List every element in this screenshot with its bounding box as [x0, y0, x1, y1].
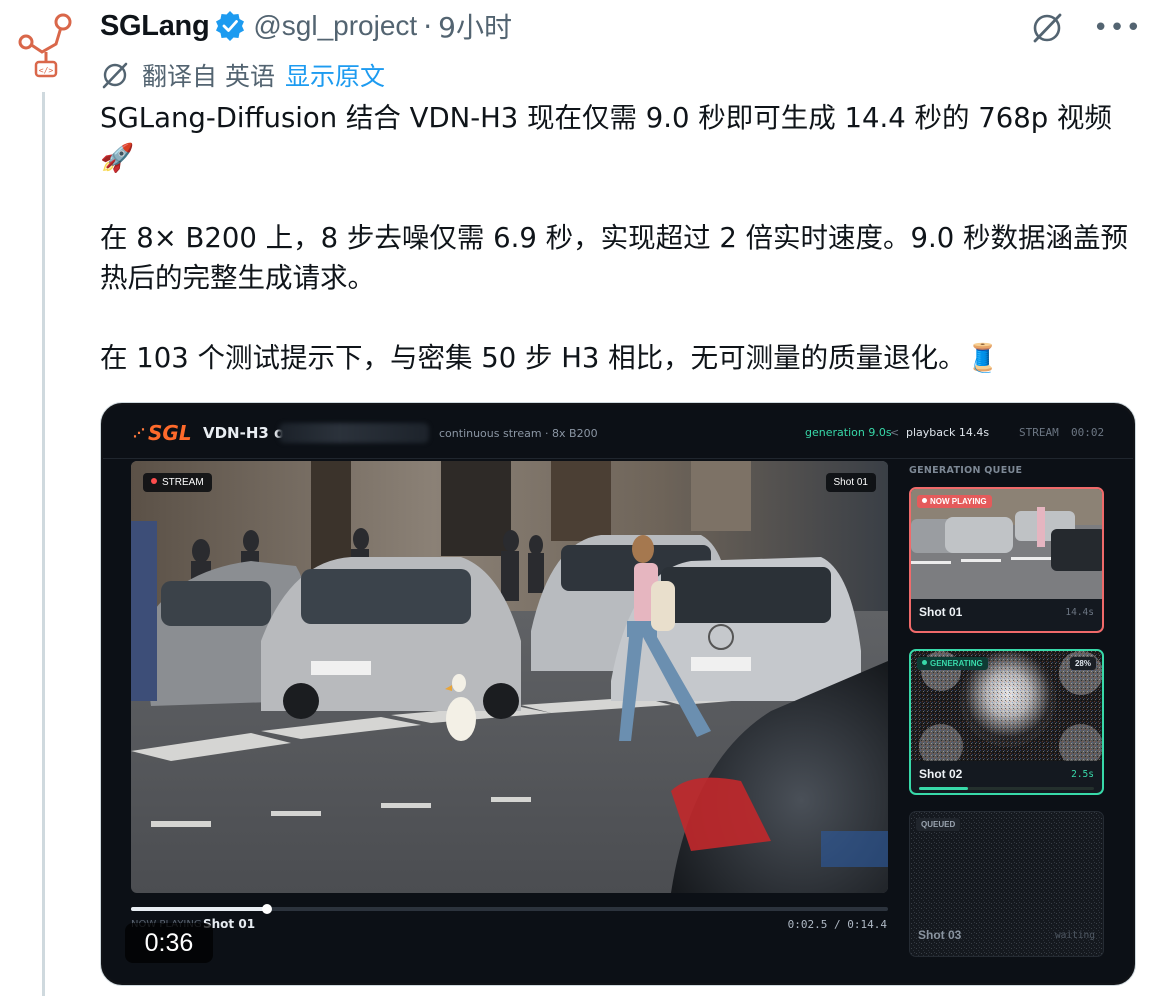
shot-pill: Shot 01 [825, 473, 876, 492]
playback-time: playback 14.4s [906, 426, 990, 439]
translation-row: 翻译自 英语 显示原文 [100, 56, 385, 94]
shot-02-thumbnail: GENERATING 28% [911, 651, 1102, 761]
street-scene-image [131, 461, 888, 893]
more-icon[interactable]: ••• [1093, 15, 1142, 41]
media-card[interactable]: ⋰ SGL VDN-H3 o continuous stream · 8x B20… [100, 402, 1136, 986]
app-screenshot: ⋰ SGL VDN-H3 o continuous stream · 8x B20… [103, 405, 1133, 983]
queue-value-shot-01: 14.4s [1065, 607, 1094, 618]
tweet-paragraph-3: 在 103 个测试提示下，与密集 50 步 H3 相比，无可测量的质量退化。🧵 [100, 342, 1000, 374]
translated-from-label: 翻译自 英语 [142, 62, 275, 91]
generation-percent: 28% [1069, 657, 1096, 670]
verified-badge-icon [216, 11, 245, 41]
progress-knob[interactable] [262, 904, 273, 914]
tweet-paragraph-2: 在 8× B200 上，8 步去噪仅需 6.9 秒，实现超过 2 倍实时速度。9… [100, 222, 1129, 294]
now-playing-badge: NOW PLAYING [917, 495, 992, 508]
blurred-title-region [279, 423, 429, 443]
author-handle[interactable]: @sgl_project [253, 10, 417, 42]
tweet-paragraph-1: SGLang-Diffusion 结合 VDN-H3 现在仅需 9.0 秒即可生… [100, 102, 1112, 174]
shot-01-thumbnail: NOW PLAYING [911, 489, 1102, 599]
author-name[interactable]: SGLang [100, 10, 210, 43]
sglang-logo-icon[interactable]: </> [12, 10, 82, 80]
queue-label-shot-02: Shot 02 [919, 767, 963, 781]
translate-icon [102, 62, 128, 89]
header-actions: ••• [1029, 10, 1142, 46]
thread-line [42, 92, 45, 996]
queue-card-shot-01[interactable]: NOW PLAYING Shot 01 14.4s [909, 487, 1104, 633]
avatar-column: </> [0, 0, 90, 996]
svg-text:</>: </> [39, 66, 54, 75]
queue-card-shot-03[interactable]: QUEUED Shot 03 waiting [909, 811, 1104, 957]
separator-dot: · [423, 9, 433, 43]
less-than-sign: < [890, 426, 900, 439]
post-time[interactable]: 9小时 [438, 6, 512, 46]
tweet-header: SGLang @sgl_project · 9小时 [100, 6, 512, 46]
tweet-text: SGLang-Diffusion 结合 VDN-H3 现在仅需 9.0 秒即可生… [100, 98, 1140, 378]
video-frame[interactable]: STREAM Shot 01 [131, 461, 888, 893]
app-title: VDN-H3 o [203, 424, 285, 442]
timecode: 0:02.5 / 0:14.4 [787, 918, 887, 931]
stream-pill: STREAM [143, 473, 212, 492]
generating-badge: GENERATING [917, 657, 988, 670]
queued-badge: QUEUED [916, 818, 961, 831]
app-topbar: ⋰ SGL VDN-H3 o continuous stream · 8x B20… [103, 405, 1133, 459]
generation-progress-fill [919, 787, 968, 790]
show-original-link[interactable]: 显示原文 [285, 57, 385, 93]
queue-card-shot-02[interactable]: GENERATING 28% Shot 02 2.5s [909, 649, 1104, 795]
stream-info: continuous stream · 8x B200 [439, 427, 598, 440]
progress-fill [131, 907, 268, 911]
queue-label-shot-03: Shot 03 [918, 928, 962, 942]
generation-progress-bar [919, 787, 1094, 790]
stream-label: STREAM [1019, 426, 1059, 439]
generation-queue-title: GENERATION QUEUE [909, 465, 1023, 476]
queue-value-shot-02: 2.5s [1071, 769, 1094, 780]
playback-progress-bar[interactable] [131, 904, 888, 914]
generation-time: generation 9.0s [805, 426, 892, 439]
queue-label-shot-01: Shot 01 [919, 605, 963, 619]
grok-icon[interactable] [1029, 10, 1065, 46]
queue-value-shot-03: waiting [1054, 930, 1095, 941]
stream-clock: 00:02 [1071, 426, 1105, 439]
sgl-logo: ⋰ SGL [133, 421, 192, 445]
video-duration-badge: 0:36 [125, 923, 213, 963]
